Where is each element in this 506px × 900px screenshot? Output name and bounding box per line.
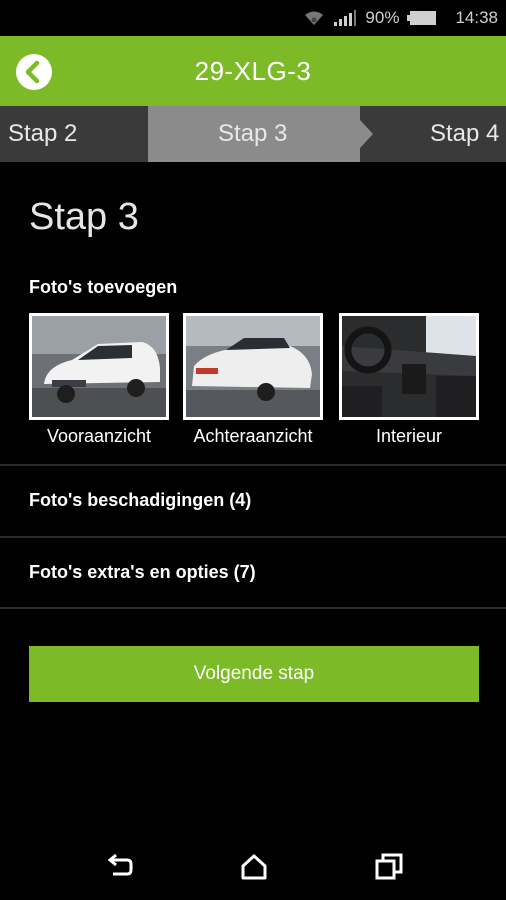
battery-icon xyxy=(407,11,437,25)
next-step-button[interactable]: Volgende stap xyxy=(29,646,479,702)
signal-icon xyxy=(334,10,357,26)
battery-percentage: 90% xyxy=(365,8,400,27)
page-title: 29-XLG-3 xyxy=(194,55,312,86)
photo-rear-label: Achteraanzicht xyxy=(193,426,313,446)
clock: 14:38 xyxy=(455,8,498,27)
divider xyxy=(0,607,506,609)
photo-interior-label: Interieur xyxy=(375,426,443,446)
recents-nav-icon[interactable] xyxy=(374,852,404,882)
system-nav-bar xyxy=(0,832,506,900)
extras-section-label: Foto's extra's en opties (7) xyxy=(29,562,256,582)
wifi-icon xyxy=(305,11,324,25)
home-nav-icon[interactable] xyxy=(239,852,269,882)
step-indicator: Stap 2 Stap 3 Stap 4 xyxy=(0,106,506,162)
step-chevron-icon xyxy=(360,120,373,148)
photos-section-title: Foto's toevoegen xyxy=(29,277,178,297)
photo-rear-thumbnail[interactable] xyxy=(183,313,323,420)
app-bar: 29-XLG-3 xyxy=(0,36,506,106)
damages-section-label: Foto's beschadigingen (4) xyxy=(29,490,252,510)
photo-front-label: Vooraanzicht xyxy=(46,426,152,446)
step-prev[interactable]: Stap 2 xyxy=(8,106,77,162)
extras-section[interactable]: Foto's extra's en opties (7) xyxy=(0,538,506,608)
status-bar: 90% 14:38 xyxy=(0,0,506,36)
photo-front-thumbnail[interactable] xyxy=(29,313,169,420)
step-heading: Stap 3 xyxy=(29,196,139,238)
back-icon[interactable] xyxy=(15,53,53,91)
step-current: Stap 3 xyxy=(218,120,288,147)
damages-section[interactable]: Foto's beschadigingen (4) xyxy=(0,466,506,536)
photo-interior-thumbnail[interactable] xyxy=(339,313,479,420)
step-next[interactable]: Stap 4 xyxy=(430,106,499,162)
back-nav-icon[interactable] xyxy=(104,852,134,882)
